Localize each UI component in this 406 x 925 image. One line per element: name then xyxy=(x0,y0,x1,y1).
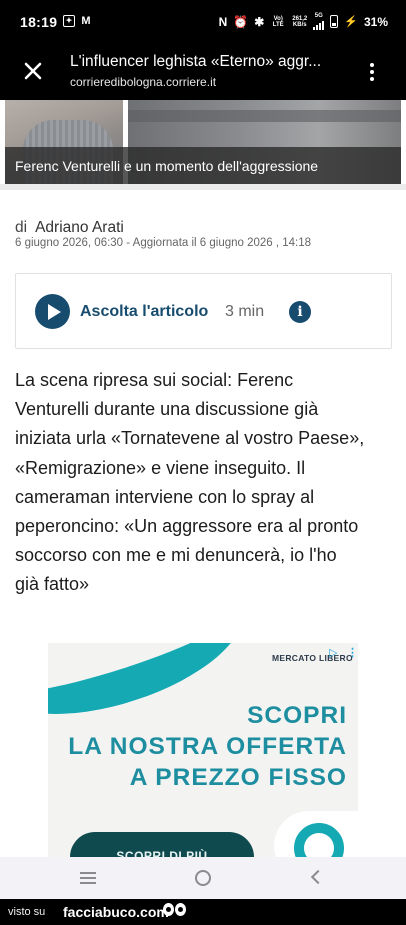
network-speed: 261,2 KB/s xyxy=(292,16,307,28)
lead-line: Venturelli durante una discussione già xyxy=(15,399,319,420)
ad-cta-button[interactable]: SCOPRI DI PIÙ xyxy=(70,832,254,857)
hero-image: Ferenc Venturelli e un momento dell'aggr… xyxy=(5,100,401,184)
ad-headline-3: A PREZZO FISSO xyxy=(129,764,347,791)
home-icon[interactable] xyxy=(195,870,211,886)
eyes-icon xyxy=(163,903,186,916)
volte-label: Vo) LTE xyxy=(272,15,284,28)
bluetooth-icon: ✱ xyxy=(254,14,265,29)
article-lead: La scena ripresa sui social: Ferenc Vent… xyxy=(15,366,400,600)
advertisement[interactable]: MERCATO LIBERO ▷ ⋮ SCOPRI LA NOSTRA OFFE… xyxy=(48,643,358,857)
battery-icon xyxy=(330,15,339,28)
watermark-prefix: visto su xyxy=(8,906,46,918)
signal-icon xyxy=(313,19,325,30)
info-icon[interactable]: i xyxy=(289,301,311,323)
signal-group: 5G xyxy=(313,13,325,30)
listen-article-box: Ascolta l'articolo 3 min i xyxy=(15,273,392,349)
divider xyxy=(0,184,406,190)
status-bar: 18:19 ✦ M N ⏰ ✱ Vo) LTE 261,2 KB/s 5G ⚡ … xyxy=(0,0,406,46)
nfc-icon: N xyxy=(218,14,228,29)
screen: 18:19 ✦ M N ⏰ ✱ Vo) LTE 261,2 KB/s 5G ⚡ … xyxy=(0,0,406,925)
charging-icon: ⚡ xyxy=(344,16,358,28)
lead-line: La scena ripresa sui social: Ferenc xyxy=(15,370,294,390)
listen-duration: 3 min xyxy=(225,303,265,320)
author-prefix: di xyxy=(15,219,28,236)
adchoices-icon[interactable]: ▷ xyxy=(329,646,337,659)
publish-dates: 6 giugno 2026, 06:30 - Aggiornata il 6 g… xyxy=(15,237,312,249)
lead-line: «Remigrazione» e viene inseguito. Il xyxy=(15,457,306,478)
browser-toolbar: L'influencer leghista «Eterno» aggr... c… xyxy=(0,46,406,100)
lead-line: iniziata urla «Tornatevene al vostro Pae… xyxy=(15,428,365,449)
close-icon[interactable] xyxy=(22,60,44,82)
watermark-site: facciabuco.com xyxy=(63,904,169,920)
listen-article-button[interactable]: Ascolta l'articolo xyxy=(80,303,208,321)
hero-caption: Ferenc Venturelli e un momento dell'aggr… xyxy=(15,158,319,174)
status-right: N ⏰ ✱ Vo) LTE 261,2 KB/s 5G ⚡ 31% xyxy=(219,13,388,30)
network-speed-unit: KB/s xyxy=(292,21,307,28)
page-title: L'influencer leghista «Eterno» aggr... xyxy=(70,53,322,70)
recents-icon[interactable] xyxy=(80,872,96,884)
app-notification-icon: ✦ xyxy=(63,15,75,27)
gmail-icon: M xyxy=(81,15,91,27)
watermark-footer: visto su facciabuco.com xyxy=(0,899,406,925)
status-time: 18:19 xyxy=(20,14,58,30)
more-options-icon[interactable] xyxy=(366,61,378,83)
alarm-icon: ⏰ xyxy=(233,14,249,29)
play-icon[interactable] xyxy=(35,294,70,329)
back-icon[interactable] xyxy=(310,869,326,885)
notification-icons: ✦ M xyxy=(63,15,92,27)
ad-headline-2: LA NOSTRA OFFERTA xyxy=(68,733,347,760)
system-nav-bar xyxy=(0,857,406,899)
lead-line: cameraman interviene con lo spray al xyxy=(15,486,315,507)
byline: di Adriano Arati xyxy=(15,219,124,237)
ad-swoosh xyxy=(48,643,259,741)
author-name[interactable]: Adriano Arati xyxy=(35,219,124,236)
ad-headline-1: SCOPRI xyxy=(247,702,347,729)
battery-percent: 31% xyxy=(363,14,388,29)
lead-line: già fatto» xyxy=(15,574,90,595)
ad-brand: MERCATO LIBERO xyxy=(272,653,353,663)
page-domain: corrieredibologna.corriere.it xyxy=(70,75,217,89)
ad-options-icon[interactable]: ⋮ xyxy=(347,646,358,659)
lead-line: peperoncino: «Un aggressore era al pront… xyxy=(15,516,359,537)
lead-line: soccorso con me e mi denuncerà, io l'ho xyxy=(15,545,337,566)
